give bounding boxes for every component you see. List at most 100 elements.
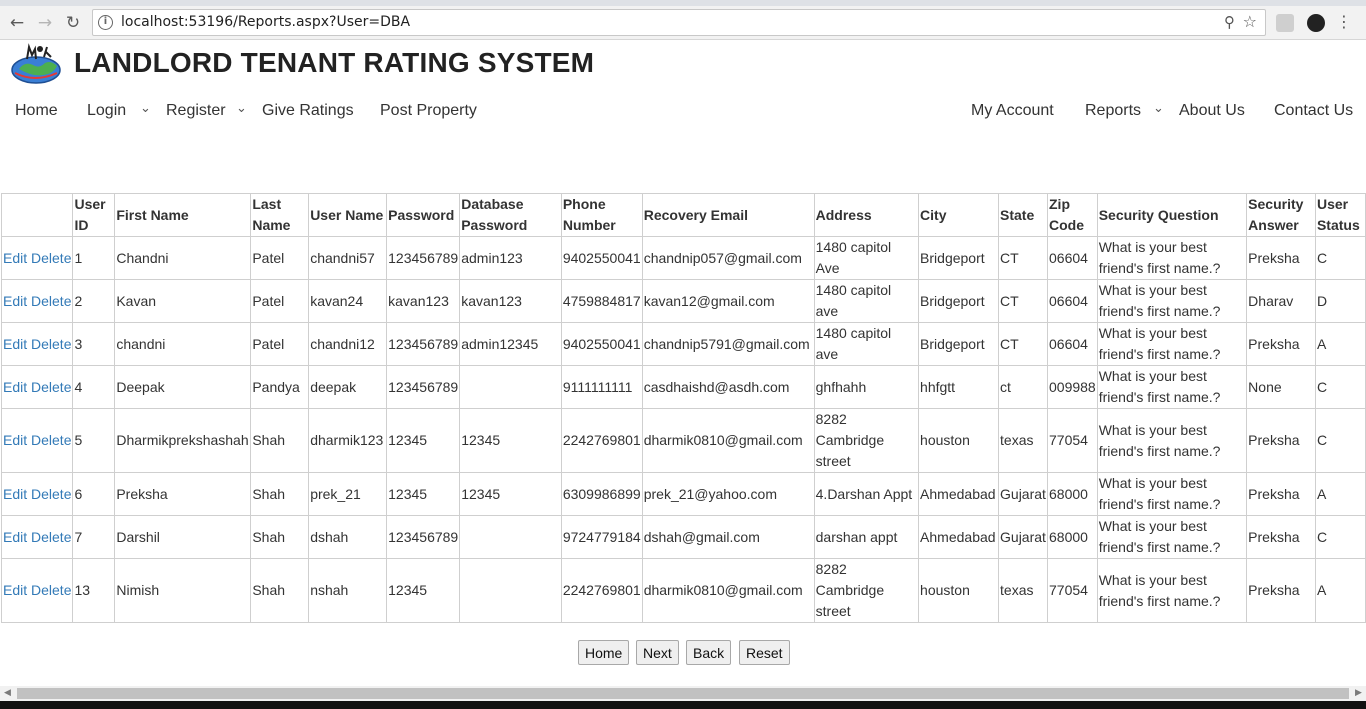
column-header: First Name [114,193,252,237]
table-cell: A [1314,558,1366,623]
table-cell: chandni57 [308,236,388,280]
taskbar [0,701,1366,709]
edit-link[interactable]: Edit [3,432,27,448]
table-cell: Shah [250,472,310,516]
table-cell: Preksha [1246,515,1316,559]
home-button[interactable]: Home [578,640,630,665]
column-header: Security Answer [1246,193,1316,237]
delete-link[interactable]: Delete [31,379,71,395]
table-cell: CT [998,279,1048,323]
nav-about-us[interactable]: About Us [1179,102,1245,120]
next-button[interactable]: Next [636,640,679,665]
register-chevron-down-icon[interactable]: ⌄ [236,101,247,116]
extension-icon[interactable] [1307,14,1325,32]
forward-arrow-icon[interactable]: → [32,10,58,36]
column-header: User ID [72,193,116,237]
table-cell: kavan24 [308,279,388,323]
table-row: Edit Delete 5 Dharmikprekshashah Shah dharmi… [0,408,1366,473]
table-cell: 12345 [386,558,461,623]
table-cell: 06604 [1047,279,1098,323]
delete-link[interactable]: Delete [31,582,71,598]
column-header: State [998,193,1048,237]
bookmark-star-icon[interactable]: ☆ [1243,12,1257,31]
table-cell: Gujarat [998,472,1048,516]
table-cell: Bridgeport [918,236,1000,280]
table-cell: 6 [72,472,116,516]
edit-link[interactable]: Edit [3,293,27,309]
table-cell: Shah [250,408,310,473]
edit-link[interactable]: Edit [3,379,27,395]
scroll-left-icon[interactable]: ◀ [4,688,11,698]
table-cell: Ahmedabad [918,472,1000,516]
table-cell: 123456789 [386,322,461,366]
nav-home[interactable]: Home [15,102,58,120]
nav-reports[interactable]: Reports [1085,102,1141,120]
table-cell: 7 [72,515,116,559]
scrollbar-thumb[interactable] [17,688,1349,699]
table-row: Edit Delete 3 chandni Patel chandni12 1234567… [0,322,1366,366]
table-cell: 12345 [386,472,461,516]
nav-give-ratings[interactable]: Give Ratings [262,102,354,120]
address-bar-url[interactable]: localhost:53196/Reports.aspx?User=DBA [121,14,410,30]
table-cell: 9724779184 [560,515,643,559]
nav-register[interactable]: Register [166,102,226,120]
login-chevron-down-icon[interactable]: ⌄ [140,101,151,116]
delete-link[interactable]: Delete [31,486,71,502]
edit-link[interactable]: Edit [3,529,27,545]
edit-link[interactable]: Edit [3,250,27,266]
row-actions-cell: Edit Delete [0,279,74,323]
address-bar[interactable]: i localhost:53196/Reports.aspx?User=DBA … [92,9,1266,36]
reload-icon[interactable]: ↻ [60,10,86,36]
table-cell: kavan12@gmail.com [641,279,815,323]
table-cell: A [1314,322,1366,366]
browser-toolbar: ← → ↻ i localhost:53196/Reports.aspx?Use… [0,6,1366,40]
delete-link[interactable]: Delete [31,336,71,352]
table-cell: ct [998,365,1048,409]
delete-link[interactable]: Delete [31,432,71,448]
table-cell: chandnip057@gmail.com [641,236,815,280]
table-cell: What is your best friend's first name.? [1096,322,1248,366]
table-cell: Preksha [1246,472,1316,516]
delete-link[interactable]: Delete [31,529,71,545]
table-cell: CT [998,322,1048,366]
table-cell: Deepak [114,365,252,409]
table-cell: deepak [308,365,388,409]
back-button[interactable]: Back [686,640,732,665]
table-cell: CT [998,236,1048,280]
table-cell: 123456789 [386,236,461,280]
table-cell: texas [998,408,1048,473]
table-header-row: User ID First Name Last Name User Name P… [0,193,1366,237]
edit-link[interactable]: Edit [3,336,27,352]
reports-chevron-down-icon[interactable]: ⌄ [1153,101,1164,116]
column-header: Phone Number [560,193,643,237]
table-cell: 06604 [1047,322,1098,366]
row-actions-cell: Edit Delete [0,558,74,623]
delete-link[interactable]: Delete [31,250,71,266]
table-cell: dharmik0810@gmail.com [641,558,815,623]
pdf-extension-icon[interactable] [1276,14,1294,32]
column-header: City [918,193,1000,237]
edit-link[interactable]: Edit [3,486,27,502]
table-cell: 9402550041 [560,236,643,280]
table-cell [459,365,562,409]
site-info-icon[interactable]: i [98,15,113,30]
table-cell: 4 [72,365,116,409]
table-cell: What is your best friend's first name.? [1096,558,1248,623]
nav-login[interactable]: Login [87,102,126,120]
delete-link[interactable]: Delete [31,293,71,309]
reset-button[interactable]: Reset [739,640,790,665]
nav-contact-us[interactable]: Contact Us [1274,102,1353,120]
horizontal-scrollbar[interactable]: ◀ ▶ [0,686,1366,701]
table-cell: Ahmedabad [918,515,1000,559]
table-cell: prek_21 [308,472,388,516]
table-cell: admin12345 [459,322,562,366]
edit-link[interactable]: Edit [3,582,27,598]
scroll-right-icon[interactable]: ▶ [1355,688,1362,698]
back-arrow-icon[interactable]: ← [4,10,30,36]
nav-my-account[interactable]: My Account [971,102,1054,120]
browser-menu-icon[interactable]: ⋮ [1336,12,1352,31]
zoom-icon[interactable]: ⚲ [1224,13,1235,31]
table-cell: 6309986899 [560,472,643,516]
nav-post-property[interactable]: Post Property [380,102,477,120]
table-cell: 3 [72,322,116,366]
